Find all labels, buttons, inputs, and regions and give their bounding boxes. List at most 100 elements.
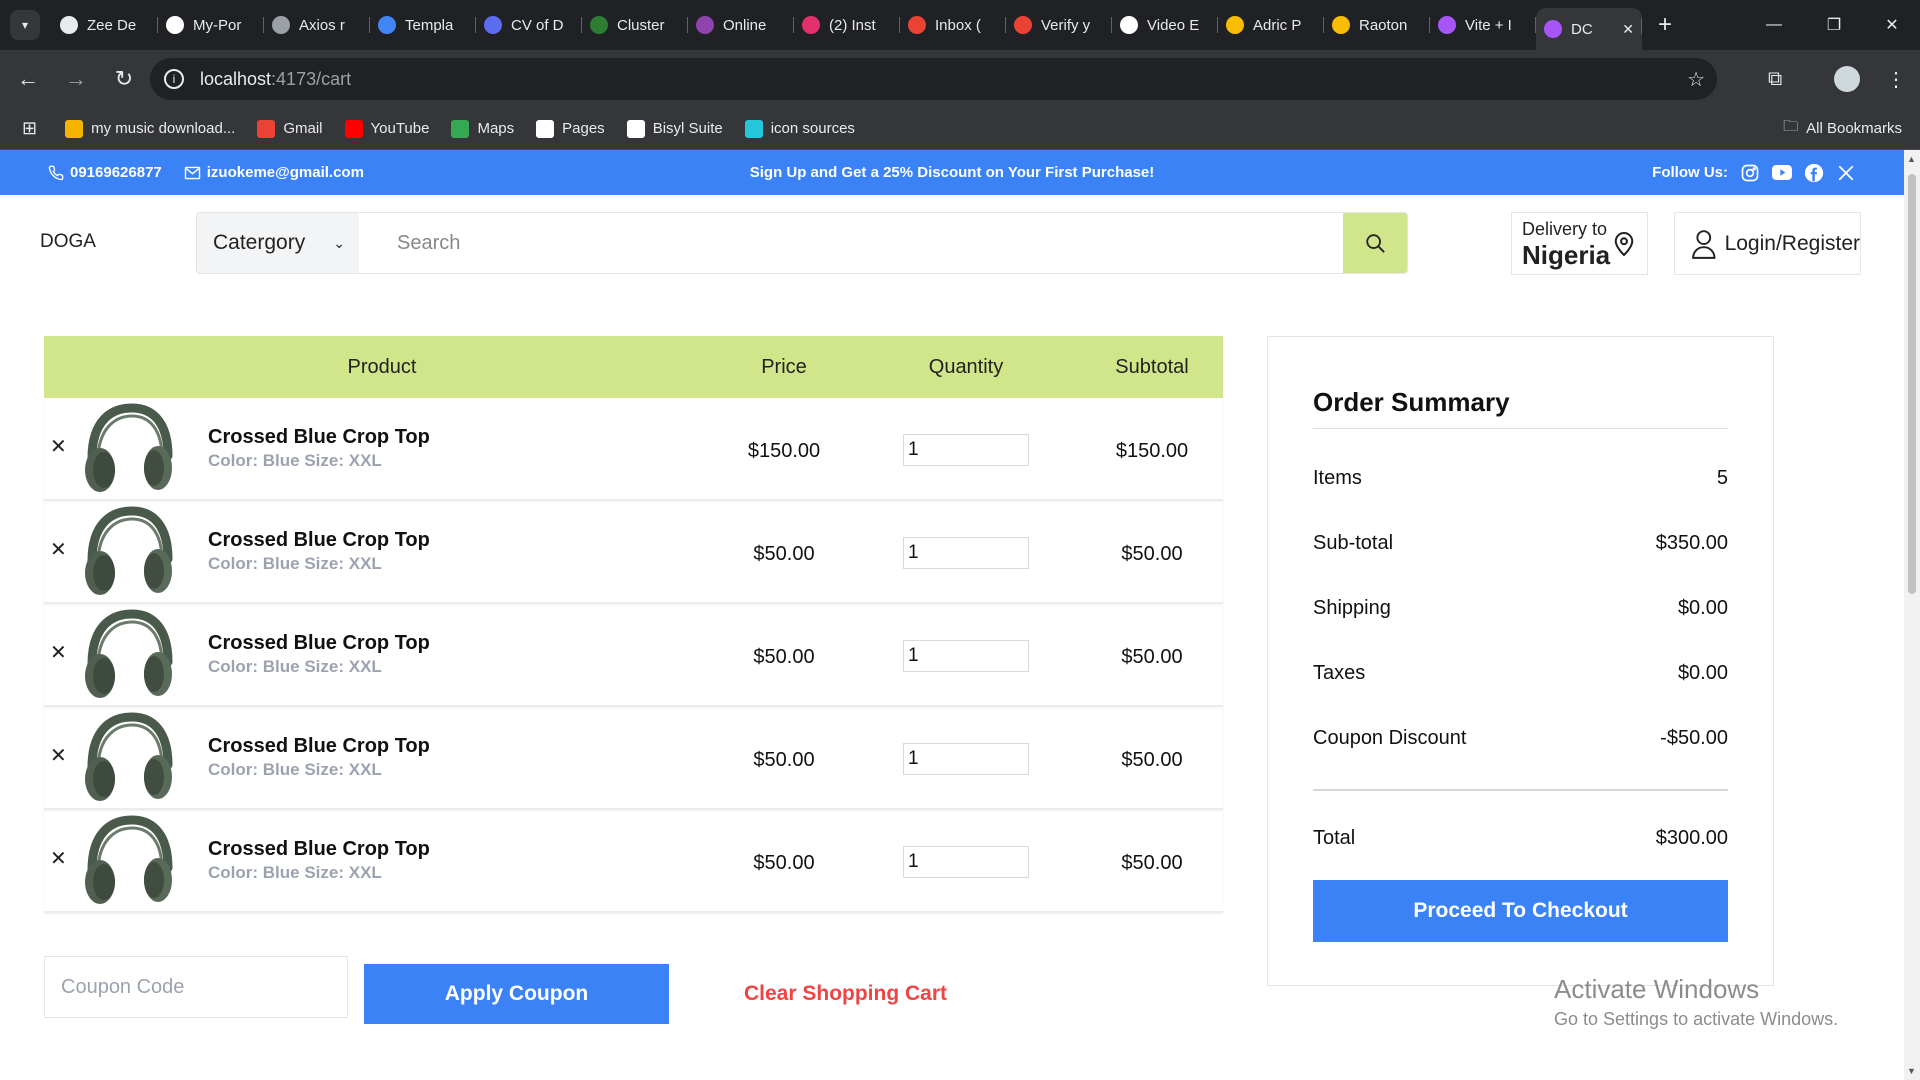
- scroll-up-icon[interactable]: ▲: [1907, 154, 1916, 164]
- browser-tab[interactable]: Vite + I: [1430, 7, 1536, 43]
- delivery-location[interactable]: Delivery to Nigeria: [1511, 212, 1648, 275]
- facebook-icon[interactable]: [1804, 163, 1824, 183]
- product-subtotal: $50.00: [1121, 749, 1183, 771]
- coupon-code-input[interactable]: [44, 956, 348, 1018]
- browser-tab[interactable]: My-Por: [158, 7, 264, 43]
- product-name[interactable]: Crossed Blue Crop Top: [208, 735, 430, 758]
- page-content: 09169626877 izuokeme@gmail.com Sign Up a…: [0, 150, 1904, 1080]
- clear-cart-button[interactable]: Clear Shopping Cart: [744, 982, 947, 1006]
- order-summary-title: Order Summary: [1313, 387, 1510, 417]
- forward-icon[interactable]: →: [56, 59, 96, 99]
- bookmark-item[interactable]: Gmail: [257, 119, 323, 138]
- apps-grid-icon[interactable]: ⊞: [22, 118, 37, 139]
- quantity-input[interactable]: [903, 537, 1029, 569]
- all-bookmarks[interactable]: 🗀 All Bookmarks: [1783, 116, 1902, 141]
- remove-item-icon[interactable]: ✕: [50, 743, 67, 768]
- quantity-input[interactable]: [903, 640, 1029, 672]
- quantity-input[interactable]: [903, 846, 1029, 878]
- browser-tab[interactable]: CV of D: [476, 7, 582, 43]
- summary-items-row: Items 5: [1313, 467, 1728, 490]
- bookmark-item[interactable]: my music download...: [65, 119, 235, 138]
- scroll-down-icon[interactable]: ▼: [1907, 1066, 1916, 1076]
- close-window-icon[interactable]: ✕: [1864, 0, 1920, 50]
- cart-table: Product Price Quantity Subtotal ✕ Crossed…: [44, 336, 1223, 913]
- subtotal-value: $350.00: [1655, 532, 1728, 554]
- user-icon: [1692, 229, 1716, 259]
- coupon-discount-value: -$50.00: [1660, 727, 1728, 749]
- search-icon: [1366, 234, 1385, 253]
- shipping-label: Shipping: [1313, 597, 1391, 619]
- bookmark-item[interactable]: YouTube: [344, 119, 429, 138]
- product-price: $50.00: [753, 543, 815, 565]
- close-tab-icon[interactable]: ✕: [1622, 21, 1634, 38]
- browser-tab[interactable]: Cluster: [582, 7, 688, 43]
- instagram-icon[interactable]: [1740, 163, 1760, 183]
- browser-menu-icon[interactable]: ⋮: [1886, 50, 1906, 108]
- browser-tab[interactable]: Verify y: [1006, 7, 1112, 43]
- order-summary: Order Summary Items 5 Sub-total $350.00 Sh…: [1267, 336, 1774, 986]
- remove-item-icon[interactable]: ✕: [50, 846, 67, 871]
- x-twitter-icon[interactable]: [1836, 163, 1856, 183]
- browser-tab[interactable]: DC ✕: [1536, 8, 1642, 50]
- new-tab-button[interactable]: +: [1658, 11, 1672, 39]
- bookmark-label: Bisyl Suite: [652, 120, 723, 137]
- product-price: $50.00: [753, 749, 815, 771]
- apply-coupon-button[interactable]: Apply Coupon: [364, 964, 669, 1024]
- browser-tab[interactable]: Raoton: [1324, 7, 1430, 43]
- product-variant: Color: Blue Size: XXL: [208, 760, 382, 779]
- profile-avatar[interactable]: [1834, 50, 1860, 108]
- product-name[interactable]: Crossed Blue Crop Top: [208, 426, 430, 449]
- cart-row: ✕ Crossed Blue Crop Top Color: Blue Size: …: [44, 707, 1223, 810]
- bookmark-item[interactable]: Pages: [536, 119, 605, 138]
- back-icon[interactable]: ←: [8, 59, 48, 99]
- remove-item-icon[interactable]: ✕: [50, 537, 67, 562]
- quantity-input[interactable]: [903, 743, 1029, 775]
- category-select[interactable]: Catergory ⌄: [197, 213, 359, 273]
- tab-title: (2) Inst: [829, 16, 876, 34]
- bookmark-star-icon[interactable]: ☆: [1687, 67, 1705, 92]
- browser-tab[interactable]: Zee De: [52, 7, 158, 43]
- product-name[interactable]: Crossed Blue Crop Top: [208, 632, 430, 655]
- bookmark-item[interactable]: icon sources: [744, 119, 855, 138]
- tab-favicon: [1332, 16, 1350, 34]
- search-input[interactable]: [359, 213, 1343, 273]
- product-name[interactable]: Crossed Blue Crop Top: [208, 529, 430, 552]
- bookmark-label: Maps: [477, 120, 515, 137]
- browser-tab[interactable]: Adric P: [1218, 7, 1324, 43]
- page-scrollbar[interactable]: ▲ ▼: [1904, 150, 1920, 1080]
- extensions-icon[interactable]: ⧉: [1768, 50, 1782, 108]
- product-name[interactable]: Crossed Blue Crop Top: [208, 838, 430, 861]
- bookmark-item[interactable]: Maps: [451, 119, 515, 138]
- browser-tab[interactable]: Axios r: [264, 7, 370, 43]
- remove-item-icon[interactable]: ✕: [50, 434, 67, 459]
- proceed-to-checkout-button[interactable]: Proceed To Checkout: [1313, 880, 1728, 942]
- restore-icon[interactable]: ❐: [1806, 0, 1862, 50]
- search-button[interactable]: [1343, 213, 1407, 273]
- tab-title: Templa: [405, 16, 454, 34]
- quantity-input[interactable]: [903, 434, 1029, 466]
- tab-favicon: [1226, 16, 1244, 34]
- subtotal-label: Sub-total: [1313, 532, 1394, 554]
- tab-search-icon[interactable]: ▾: [10, 10, 40, 40]
- browser-tab[interactable]: Video E: [1112, 7, 1218, 43]
- bookmarks-bar: ⊞ my music download... Gmail YouTube Maps Pa…: [0, 108, 1920, 150]
- scrollbar-thumb[interactable]: [1908, 174, 1916, 594]
- browser-tab[interactable]: Inbox (: [900, 7, 1006, 43]
- remove-item-icon[interactable]: ✕: [50, 640, 67, 665]
- all-bookmarks-label: All Bookmarks: [1806, 120, 1902, 137]
- youtube-icon[interactable]: [1772, 163, 1792, 183]
- bookmark-item[interactable]: Bisyl Suite: [626, 119, 723, 138]
- site-logo[interactable]: DOGA: [40, 231, 96, 253]
- site-info-icon[interactable]: i: [164, 69, 184, 89]
- address-bar[interactable]: i localhost:4173/cart ☆: [150, 58, 1717, 100]
- browser-tab[interactable]: Templa: [370, 7, 476, 43]
- header-product: Product: [347, 355, 417, 378]
- browser-tab[interactable]: Online: [688, 7, 794, 43]
- phone-contact: 09169626877: [48, 164, 162, 181]
- tab-favicon: [1120, 16, 1138, 34]
- reload-icon[interactable]: ↻: [104, 59, 144, 99]
- cart-row: ✕ Crossed Blue Crop Top Color: Blue Size: …: [44, 604, 1223, 707]
- minimize-icon[interactable]: —: [1746, 0, 1802, 50]
- login-register-button[interactable]: Login/Register: [1674, 212, 1861, 275]
- browser-tab[interactable]: (2) Inst: [794, 7, 900, 43]
